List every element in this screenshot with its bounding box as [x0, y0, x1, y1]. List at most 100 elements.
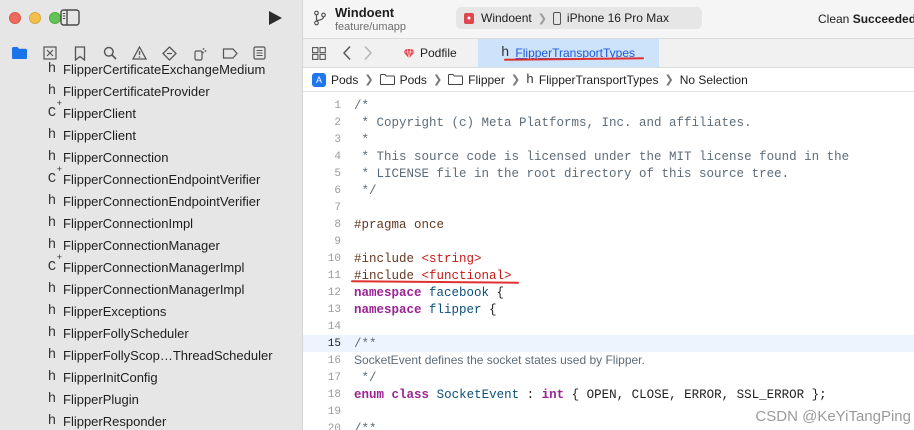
code-line[interactable]: 5 * LICENSE file in the root directory o… — [303, 165, 914, 182]
code-text: enum class SocketEvent : int { OPEN, CLO… — [354, 387, 827, 402]
sidebar-toggle-icon[interactable] — [60, 9, 80, 26]
header-file-icon: h — [47, 83, 57, 99]
breadcrumb-item-group[interactable]: Pods — [379, 73, 427, 87]
line-number: 18 — [327, 388, 341, 401]
header-file-icon: h — [47, 215, 57, 231]
breadcrumb-item-file[interactable]: h FlipperTransportTypes — [526, 72, 658, 87]
file-tree-item[interactable]: h FlipperCertificateExchangeMedium — [0, 58, 302, 80]
breadcrumb-label: FlipperTransportTypes — [538, 72, 659, 87]
code-line[interactable]: 13 namespace flipper { — [303, 301, 914, 318]
file-tree-item[interactable]: CFlipperClient — [0, 99, 302, 124]
code-line[interactable]: 2 * Copyright (c) Meta Platforms, Inc. a… — [303, 114, 914, 131]
file-name: FlipperCertificateProvider — [63, 83, 210, 99]
code-line[interactable]: 7 — [303, 199, 914, 216]
code-line[interactable]: 18 enum class SocketEvent : int { OPEN, C… — [303, 386, 914, 403]
back-chevron-icon[interactable] — [341, 45, 353, 61]
code-line[interactable]: 14 — [303, 318, 914, 335]
code-line[interactable]: 17 */ — [303, 369, 914, 386]
code-line[interactable]: 16 SocketEvent defines the socket states … — [303, 352, 914, 369]
chevron-right-icon: ❯ — [432, 74, 443, 86]
file-name: FlipperConnectionManagerImpl — [63, 281, 245, 297]
code-line[interactable]: 8 #pragma once — [303, 216, 914, 233]
header-file-icon: h — [47, 391, 57, 407]
cpp-file-icon: C — [44, 165, 62, 187]
file-tree-item[interactable]: h FlipperFollyScop…ThreadScheduler — [0, 344, 302, 366]
header-file-icon: h — [47, 193, 57, 209]
breadcrumb-item-flipper[interactable]: Flipper — [448, 73, 505, 87]
file-tree-item[interactable]: h FlipperConnectionImpl — [0, 212, 302, 234]
close-window-button[interactable] — [9, 12, 21, 24]
code-text: */ — [354, 370, 377, 385]
scheme-name: Windoent — [481, 11, 532, 25]
header-file-icon: h — [47, 303, 57, 319]
git-branch-icon — [314, 10, 326, 26]
code-text: /** — [354, 336, 377, 351]
folder-icon — [448, 74, 464, 85]
file-tree-item[interactable]: h FlipperCertificateProvider — [0, 80, 302, 102]
code-text: #include <string> — [354, 251, 482, 266]
file-tree-item[interactable]: h FlipperConnectionEndpointVerifier — [0, 190, 302, 212]
header-file-icon: h — [526, 72, 534, 87]
file-tree-item[interactable]: h FlipperConnectionManagerImpl — [0, 278, 302, 300]
file-tree-item[interactable]: h FlipperPlugin — [0, 388, 302, 410]
code-text: * LICENSE file in the root directory of … — [354, 166, 790, 181]
line-number: 4 — [334, 150, 341, 163]
line-number: 5 — [334, 167, 341, 180]
chevron-right-icon: ❯ — [664, 74, 674, 86]
file-name: FlipperConnectionImpl — [63, 215, 194, 231]
forward-chevron-icon[interactable] — [362, 45, 374, 61]
code-line[interactable]: 3 * — [303, 131, 914, 148]
tab-podfile[interactable]: Podfile — [403, 39, 457, 67]
chevron-right-icon: ❯ — [364, 74, 374, 86]
breadcrumb-item-selection[interactable]: No Selection — [680, 73, 748, 87]
code-line[interactable]: 1 /* — [303, 97, 914, 114]
minimize-window-button[interactable] — [29, 12, 41, 24]
window-controls — [9, 12, 61, 24]
code-line[interactable]: 15 /** — [303, 335, 914, 352]
code-line[interactable]: 10 #include <string> — [303, 250, 914, 267]
line-number: 13 — [327, 303, 341, 316]
source-editor[interactable]: 1/* 2 * Copyright (c) Meta Platforms, Inc… — [303, 92, 914, 430]
line-number: 2 — [334, 116, 341, 129]
file-name: FlipperInitConfig — [63, 369, 158, 385]
header-file-icon: h — [47, 413, 57, 429]
header-file-icon: h — [47, 127, 57, 143]
code-line[interactable]: 4 * This source code is licensed under t… — [303, 148, 914, 165]
code-line[interactable]: 6 */ — [303, 182, 914, 199]
file-name: FlipperClient — [63, 105, 136, 121]
destination-device: iPhone 16 Pro Max — [566, 11, 669, 25]
line-number: 10 — [327, 252, 341, 265]
editor-tab-bar: Podfile h FlipperTransportTypes — [303, 38, 914, 68]
line-number: 20 — [327, 422, 341, 430]
file-tree-item[interactable]: h FlipperResponder — [0, 410, 302, 430]
line-number: 14 — [327, 320, 341, 333]
code-text: * This source code is licensed under the… — [354, 149, 850, 164]
file-tree-item[interactable]: h FlipperFollyScheduler — [0, 322, 302, 344]
file-tree: h FlipperCertificateExchangeMedium h Flippe… — [0, 58, 302, 430]
jump-bar-breadcrumb: A Pods ❯ Pods ❯ Flipper ❯ h FlipperTrans… — [303, 68, 914, 92]
breadcrumb-label: No Selection — [679, 72, 748, 87]
file-tree-item[interactable]: h FlipperClient — [0, 124, 302, 146]
file-tree-item[interactable]: CFlipperConnectionManagerImpl — [0, 253, 302, 278]
file-tree-item[interactable]: h FlipperInitConfig — [0, 366, 302, 388]
build-status-result: Succeeded — [852, 12, 914, 26]
tab-flipper-transport-types[interactable]: h FlipperTransportTypes — [478, 39, 659, 67]
scheme-destination-selector[interactable]: ● Windoent ❯ iPhone 16 Pro Max — [456, 7, 702, 29]
code-text: SocketEvent defines the socket states us… — [354, 353, 645, 367]
line-number: 9 — [334, 235, 341, 248]
code-text: /** — [354, 421, 377, 430]
header-file-icon: h — [47, 347, 57, 363]
file-tree-item[interactable]: h FlipperConnectionManager — [0, 234, 302, 256]
line-number: 6 — [334, 184, 341, 197]
cpp-file-icon: C — [44, 253, 62, 275]
code-text: namespace flipper { — [354, 302, 497, 317]
code-line[interactable]: 12 namespace facebook { — [303, 284, 914, 301]
related-items-grid-icon[interactable] — [312, 47, 326, 60]
file-name: FlipperCertificateExchangeMedium — [63, 61, 266, 77]
breadcrumb-item-project[interactable]: A Pods — [312, 72, 358, 87]
file-tree-item[interactable]: h FlipperConnection — [0, 146, 302, 168]
file-tree-item[interactable]: CFlipperConnectionEndpointVerifier — [0, 165, 302, 190]
run-play-icon[interactable] — [267, 10, 283, 26]
file-tree-item[interactable]: h FlipperExceptions — [0, 300, 302, 322]
code-line[interactable]: 9 — [303, 233, 914, 250]
